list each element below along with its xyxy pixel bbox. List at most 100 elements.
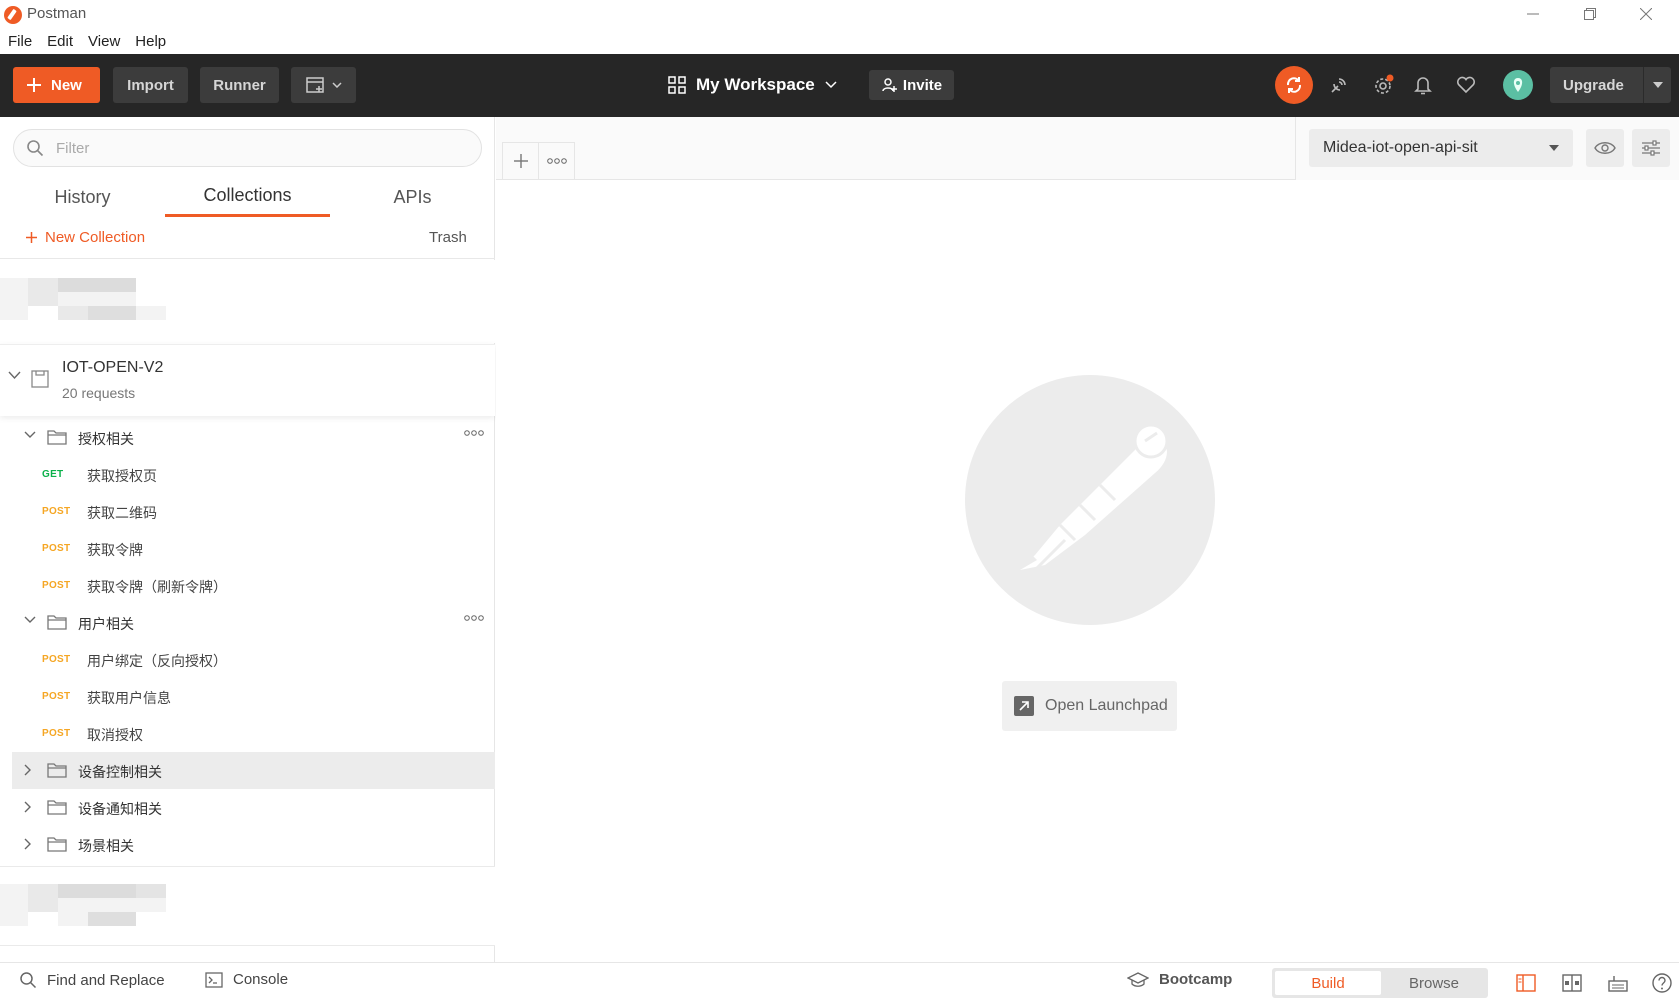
interceptor-button[interactable] (1327, 73, 1351, 97)
folder-name: 授权相关 (78, 431, 134, 447)
request-name: 获取二维码 (87, 505, 157, 521)
open-launchpad-button[interactable]: Open Launchpad (1002, 681, 1177, 731)
request-name: 取消授权 (87, 727, 143, 743)
plus-icon (26, 232, 37, 243)
folder-row[interactable]: 设备控制相关 (12, 752, 495, 789)
request-row[interactable]: POST 获取用户信息 (12, 678, 495, 715)
caret-down-icon[interactable] (1643, 67, 1671, 103)
request-row[interactable]: POST 获取令牌（刷新令牌） (12, 567, 495, 604)
upgrade-button[interactable]: Upgrade (1550, 67, 1671, 103)
caret-down-icon (1549, 145, 1559, 151)
plus-icon (513, 154, 528, 168)
open-launchpad-label: Open Launchpad (1045, 697, 1168, 714)
two-pane-icon (1562, 974, 1582, 992)
more-options-icon[interactable] (464, 614, 484, 622)
new-tab-button[interactable] (502, 142, 539, 179)
folder-icon (47, 800, 67, 815)
restore-button[interactable] (1567, 2, 1613, 26)
manage-environments-button[interactable] (1632, 129, 1670, 167)
console-icon (205, 971, 223, 988)
avatar[interactable] (1503, 70, 1533, 100)
folder-row[interactable]: 场景相关 (12, 826, 495, 863)
request-name: 获取授权页 (87, 468, 157, 484)
filter-field[interactable] (13, 129, 482, 167)
chevron-down-icon (331, 82, 342, 88)
workspace-selector[interactable]: My Workspace (668, 67, 837, 103)
tab-history[interactable]: History (0, 177, 165, 217)
request-method: POST (42, 728, 71, 739)
new-button[interactable]: New (13, 67, 100, 103)
request-row[interactable]: POST 获取令牌 (12, 530, 495, 567)
request-row[interactable]: GET 获取授权页 (12, 456, 495, 493)
trash-link[interactable]: Trash (429, 229, 467, 246)
chevron-down-icon[interactable] (24, 431, 36, 439)
top-header: New Import Runner My Workspace Invite Up… (0, 54, 1679, 117)
external-link-icon (1014, 696, 1034, 716)
request-row[interactable]: POST 获取二维码 (12, 493, 495, 530)
request-method: POST (42, 543, 71, 554)
chevron-down-icon[interactable] (24, 616, 36, 624)
request-method: POST (42, 691, 71, 702)
sync-button[interactable] (1275, 66, 1313, 104)
collection-header[interactable]: IOT-OPEN-V2 20 requests (0, 344, 495, 416)
new-window-button[interactable] (291, 67, 356, 103)
find-replace-button[interactable]: Find and Replace (19, 971, 165, 989)
tab-collections[interactable]: Collections (165, 177, 330, 217)
workspace-label: My Workspace (696, 75, 815, 94)
console-button[interactable]: Console (205, 971, 288, 988)
keyboard-shortcuts-button[interactable] (1607, 972, 1629, 994)
environment-selector[interactable]: Midea-iot-open-api-sit (1309, 129, 1573, 167)
two-pane-view-button[interactable] (1561, 972, 1583, 994)
toggle-sidebar-button[interactable] (1515, 972, 1537, 994)
redacted-collection[interactable] (0, 260, 495, 343)
menu-file[interactable]: File (0, 33, 39, 50)
favorites-button[interactable] (1454, 73, 1478, 97)
folder-row[interactable]: 用户相关 (12, 604, 495, 641)
folder-row[interactable]: 设备通知相关 (12, 789, 495, 826)
redacted-collection[interactable] (0, 866, 495, 946)
runner-button[interactable]: Runner (200, 67, 279, 103)
filter-input[interactable] (56, 139, 456, 157)
collection-name: IOT-OPEN-V2 (62, 359, 164, 376)
workspace-grid-icon (668, 76, 686, 94)
bell-icon (1414, 77, 1432, 95)
environment-label: Midea-iot-open-api-sit (1323, 139, 1478, 156)
build-mode-button[interactable]: Build (1275, 971, 1381, 995)
folder-icon (47, 763, 67, 778)
more-options-icon[interactable] (464, 429, 484, 437)
folder-icon (47, 837, 67, 852)
menu-edit[interactable]: Edit (39, 33, 80, 50)
title-bar: Postman (0, 0, 1679, 28)
new-button-label: New (51, 76, 82, 94)
settings-button[interactable] (1371, 73, 1395, 97)
chevron-right-icon[interactable] (24, 764, 32, 776)
browse-mode-button[interactable]: Browse (1381, 971, 1487, 995)
postman-logo-icon (965, 375, 1215, 625)
menu-view[interactable]: View (80, 33, 127, 50)
chevron-right-icon[interactable] (24, 801, 32, 813)
sidebar-tabs: History Collections APIs (0, 177, 495, 217)
folder-row[interactable]: 授权相关 (12, 419, 495, 456)
upgrade-button-label: Upgrade (1563, 76, 1624, 94)
chevron-down-icon[interactable] (8, 371, 21, 380)
bootcamp-button[interactable]: Bootcamp (1127, 971, 1232, 988)
request-row[interactable]: POST 用户绑定（反向授权） (12, 641, 495, 678)
tab-apis[interactable]: APIs (330, 177, 495, 217)
tab-options-button[interactable] (538, 142, 575, 179)
request-row[interactable]: POST 取消授权 (12, 715, 495, 752)
folder-icon (47, 430, 67, 445)
menu-help[interactable]: Help (127, 33, 173, 50)
collection-icon (31, 370, 49, 388)
search-icon (27, 140, 44, 157)
help-button[interactable] (1651, 972, 1673, 994)
chevron-right-icon[interactable] (24, 838, 32, 850)
minimize-button[interactable] (1510, 2, 1556, 26)
invite-button[interactable]: Invite (869, 70, 954, 100)
import-button[interactable]: Import (113, 67, 188, 103)
new-collection-button[interactable]: New Collection (26, 229, 145, 246)
close-window-button[interactable] (1623, 2, 1669, 26)
notifications-button[interactable] (1411, 73, 1435, 97)
environment-quick-look-button[interactable] (1586, 129, 1624, 167)
chevron-down-icon (825, 81, 837, 89)
sidebar: History Collections APIs New Collection … (0, 117, 495, 962)
